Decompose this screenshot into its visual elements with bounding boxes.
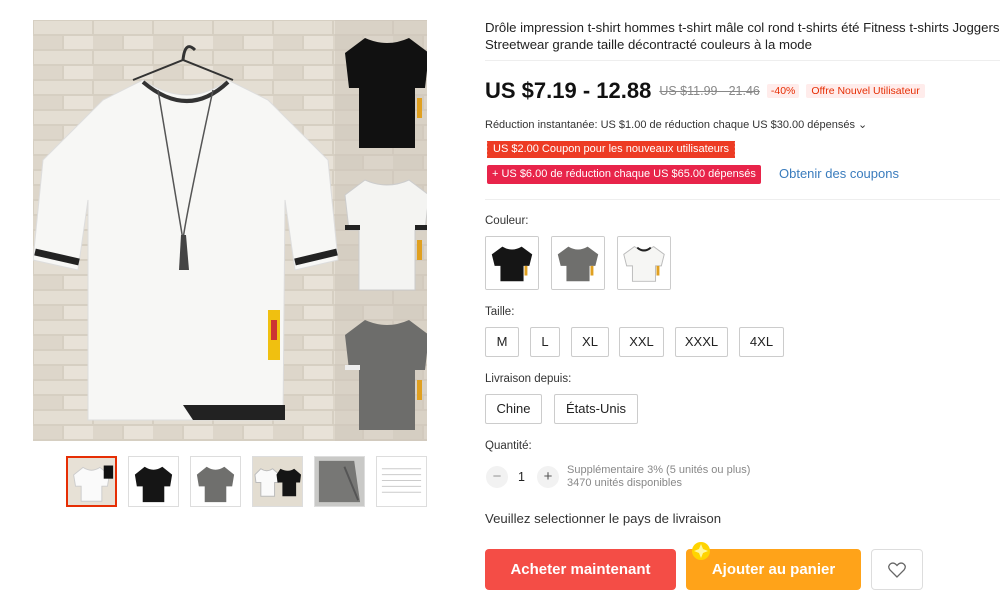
size-option-xxxl[interactable]: XXXL <box>675 327 728 357</box>
thumbnail-white-shirt[interactable] <box>66 456 117 507</box>
wishlist-button[interactable] <box>871 549 923 590</box>
color-option-gray[interactable] <box>551 236 605 290</box>
thumbnail-black-shirt[interactable] <box>128 456 179 507</box>
quantity-value[interactable]: 1 <box>518 470 525 484</box>
ship-from-label: Livraison depuis: <box>485 373 572 385</box>
bulk-discount-note: Supplémentaire 3% (5 unités ou plus) <box>567 464 751 476</box>
main-product-image[interactable] <box>33 20 427 441</box>
stock-available-note: 3470 unités disponibles <box>567 477 682 489</box>
quantity-decrease-button[interactable]: − <box>486 466 508 488</box>
color-label: Couleur: <box>485 215 529 227</box>
get-coupons-link[interactable]: Obtenir des coupons <box>779 166 899 181</box>
divider <box>485 60 1000 61</box>
size-option-4xl[interactable]: 4XL <box>739 327 784 357</box>
thumbnail-strip <box>66 456 427 507</box>
spend-discount-coupon[interactable]: + US $6.00 de réduction chaque US $65.00… <box>487 165 761 184</box>
size-option-xxl[interactable]: XXL <box>619 327 664 357</box>
thumbnail-gray-detail[interactable] <box>314 456 365 507</box>
size-option-m[interactable]: M <box>485 327 519 357</box>
price-row: US $7.19 - 12.88 US $11.99 - 21.46 -40% … <box>485 78 925 104</box>
size-label: Taille: <box>485 306 515 318</box>
product-title: Drôle impression t-shirt hommes t-shirt … <box>485 20 1000 52</box>
ship-from-china[interactable]: Chine <box>485 394 542 424</box>
color-option-white[interactable] <box>617 236 671 290</box>
original-price: US $11.99 - 21.46 <box>659 84 760 98</box>
instant-reduction-toggle[interactable]: Réduction instantanée: US $1.00 de réduc… <box>485 118 867 131</box>
divider <box>485 199 1000 200</box>
price-range: US $7.19 - 12.88 <box>485 78 652 103</box>
size-option-xl[interactable]: XL <box>571 327 609 357</box>
select-shipping-country-message: Veuillez selectionner le pays de livrais… <box>485 511 722 526</box>
quantity-increase-button[interactable]: + <box>537 466 559 488</box>
quantity-note: Supplémentaire 3% (5 unités ou plus) 347… <box>567 464 750 490</box>
color-option-black[interactable] <box>485 236 539 290</box>
thumbnail-gray-shirt[interactable] <box>190 456 241 507</box>
discount-badge: -40% <box>766 84 800 98</box>
thumbnail-three-shirts[interactable] <box>252 456 303 507</box>
quantity-label: Quantité: <box>485 440 532 452</box>
size-option-l[interactable]: L <box>530 327 560 357</box>
new-user-offer-badge: Offre Nouvel Utilisateur <box>806 84 925 98</box>
thumbnail-size-chart[interactable] <box>376 456 427 507</box>
new-user-coupon[interactable]: US $2.00 Coupon pour les nouveaux utilis… <box>484 141 736 158</box>
sparkle-icon <box>692 542 710 560</box>
heart-icon <box>888 562 906 578</box>
ship-from-usa[interactable]: États-Unis <box>554 394 638 424</box>
buy-now-button[interactable]: Acheter maintenant <box>485 549 676 590</box>
